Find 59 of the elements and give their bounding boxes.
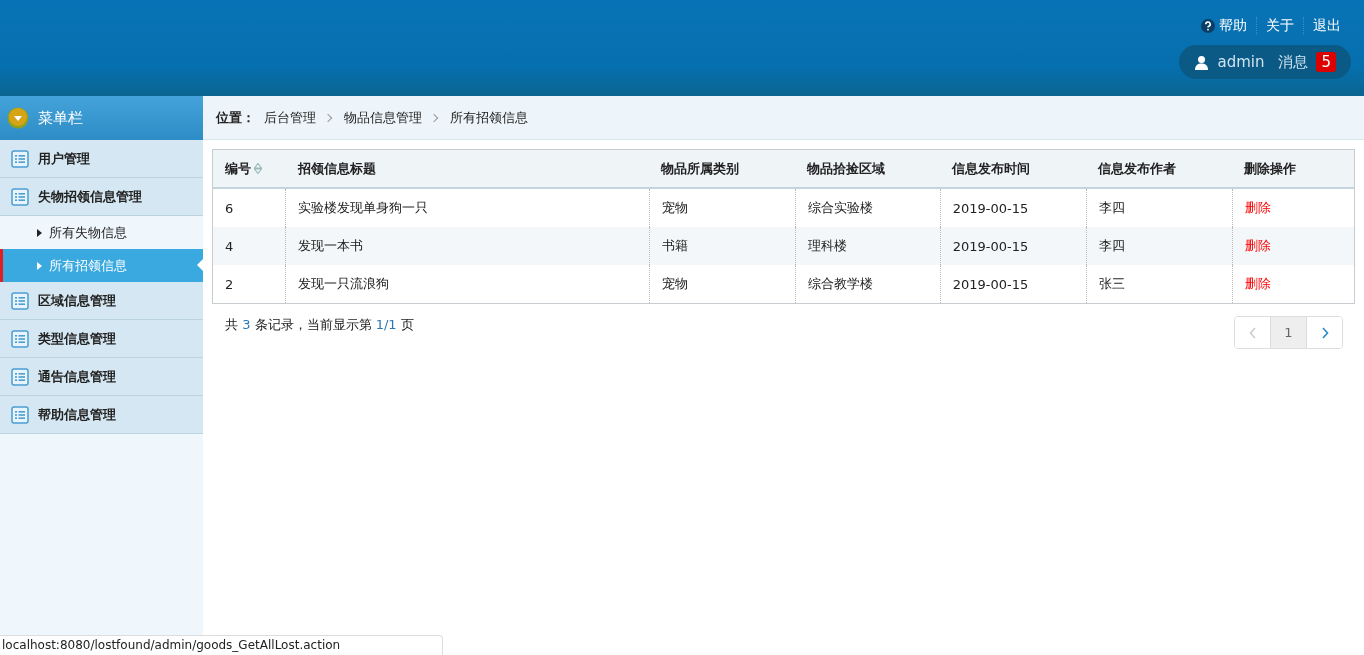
table-cell: 4 — [212, 227, 286, 265]
list-icon — [11, 329, 29, 348]
column-header: 信息发布作者 — [1086, 149, 1233, 188]
menu-group[interactable]: 失物招领信息管理 — [0, 178, 203, 216]
table-cell: 6 — [212, 188, 286, 227]
column-header: 招领信息标题 — [285, 149, 650, 188]
list-icon — [11, 187, 29, 206]
sort-icon — [254, 162, 262, 174]
next-page-button[interactable] — [1306, 317, 1342, 348]
column-header: 删除操作 — [1232, 149, 1355, 188]
list-icon — [11, 149, 29, 168]
caret-icon — [37, 228, 42, 237]
column-header: 信息发布时间 — [940, 149, 1087, 188]
list-icon — [11, 367, 29, 386]
delete-link[interactable]: 删除 — [1244, 276, 1271, 291]
column-header: 物品所属类别 — [649, 149, 796, 188]
status-url: localhost:8080/lostfound/admin/goods_GetAllLost.action — [0, 635, 443, 655]
menu-item[interactable]: 所有失物信息 — [0, 216, 203, 249]
header-link[interactable]: 关于 — [1256, 17, 1303, 35]
menu-group[interactable]: 类型信息管理 — [0, 320, 203, 358]
menu-title: 菜单栏 — [38, 108, 83, 128]
table-cell: 书籍 — [649, 227, 796, 265]
table-cell: 理科楼 — [795, 227, 941, 265]
dropdown-circle-icon — [7, 107, 29, 129]
breadcrumb-item[interactable]: 物品信息管理 — [344, 108, 422, 127]
table-cell: 2 — [212, 265, 286, 304]
delete-link[interactable]: 删除 — [1244, 200, 1271, 215]
header-link[interactable]: 退出 — [1303, 17, 1351, 35]
table-cell: 发现一只流浪狗 — [285, 265, 650, 304]
menu-group[interactable]: 区域信息管理 — [0, 282, 203, 320]
table-cell: 宠物 — [649, 265, 796, 304]
table-cell: 综合教学楼 — [795, 265, 941, 304]
chevron-left-icon — [1248, 326, 1257, 339]
page-button[interactable]: 1 — [1270, 317, 1306, 348]
help-icon — [1201, 19, 1215, 33]
chevron-right-icon — [1320, 326, 1329, 339]
table-cell: 发现一本书 — [285, 227, 650, 265]
menu-group[interactable]: 用户管理 — [0, 140, 203, 178]
menu-group[interactable]: 帮助信息管理 — [0, 396, 203, 434]
table-cell: 李四 — [1086, 227, 1233, 265]
message-count-badge: 5 — [1316, 52, 1336, 72]
messages-link[interactable]: 消息 — [1278, 52, 1309, 72]
table-cell: 张三 — [1086, 265, 1233, 304]
caret-icon — [37, 261, 42, 270]
user-icon — [1194, 54, 1210, 70]
breadcrumb-label: 位置： — [216, 108, 255, 127]
username: admin — [1217, 53, 1265, 71]
list-icon — [11, 291, 29, 310]
column-header[interactable]: 编号 — [212, 149, 286, 188]
header-link[interactable]: 帮助 — [1192, 17, 1256, 35]
menu-group[interactable]: 通告信息管理 — [0, 358, 203, 396]
table-cell: 2019-00-15 — [940, 227, 1087, 265]
delete-link[interactable]: 删除 — [1244, 238, 1271, 253]
list-icon — [11, 405, 29, 424]
column-header: 物品拾捡区域 — [795, 149, 941, 188]
record-summary: 共 3 条记录，当前显示第 1/1 页 — [225, 316, 414, 334]
table-cell: 2019-00-15 — [940, 265, 1087, 304]
breadcrumb-item[interactable]: 后台管理 — [264, 108, 316, 127]
breadcrumb-item[interactable]: 所有招领信息 — [450, 108, 528, 127]
